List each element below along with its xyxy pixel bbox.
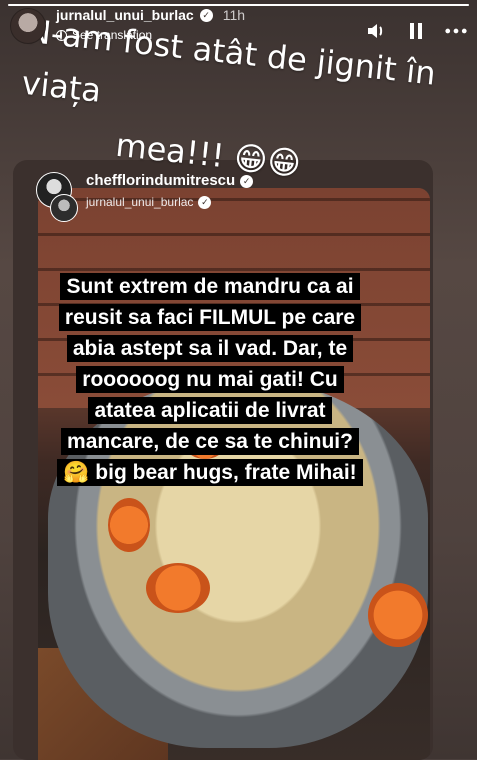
message-line: reusit sa faci FILMUL pe care (64, 306, 356, 329)
message-line: abia astept sa il vad. Dar, te (72, 337, 348, 360)
story-header: jurnalul_unui_burlac ✓ 11h See translati… (10, 7, 467, 52)
message-line: Sunt extrem de mandru ca ai (66, 275, 354, 298)
see-translation-button[interactable]: See translation (56, 29, 245, 42)
carrot-slice (368, 583, 428, 647)
verified-icon: ✓ (198, 195, 212, 209)
shared-post-owner[interactable]: chefflorindumitrescu ✓ jurnalul_unui_bur… (36, 172, 254, 222)
owner-username[interactable]: chefflorindumitrescu (86, 172, 235, 190)
carrot-slice (146, 563, 210, 613)
story-progress-fill (8, 4, 469, 6)
message-line: mancare, de ce sa te chinui? (67, 430, 353, 453)
see-translation-label: See translation (72, 28, 153, 43)
collaborator-avatar[interactable] (50, 194, 78, 222)
carrot-slice (108, 498, 150, 552)
message-line: atatea aplicatii de livrat (94, 399, 326, 422)
username[interactable]: jurnalul_unui_burlac (56, 7, 194, 23)
post-time: 11h (222, 7, 246, 23)
avatar[interactable] (10, 8, 46, 44)
more-icon[interactable] (445, 20, 467, 42)
message-line: 🤗 big bear hugs, frate Mihai! (63, 461, 357, 484)
message-line: roooooog nu mai gati! Cu (82, 368, 338, 391)
collaborator-username[interactable]: jurnalul_unui_burlac (86, 195, 193, 209)
story-progress-bar (8, 4, 469, 6)
message-text: Sunt extrem de mandru ca ai reusit sa fac… (57, 273, 363, 486)
globe-icon (56, 30, 67, 42)
speaker-icon[interactable] (365, 20, 387, 42)
verified-icon: ✓ (240, 174, 254, 188)
shared-post-message: Sunt extrem de mandru ca ai reusit sa fac… (40, 271, 380, 488)
pause-icon[interactable] (405, 20, 427, 42)
verified-icon: ✓ (199, 9, 213, 23)
